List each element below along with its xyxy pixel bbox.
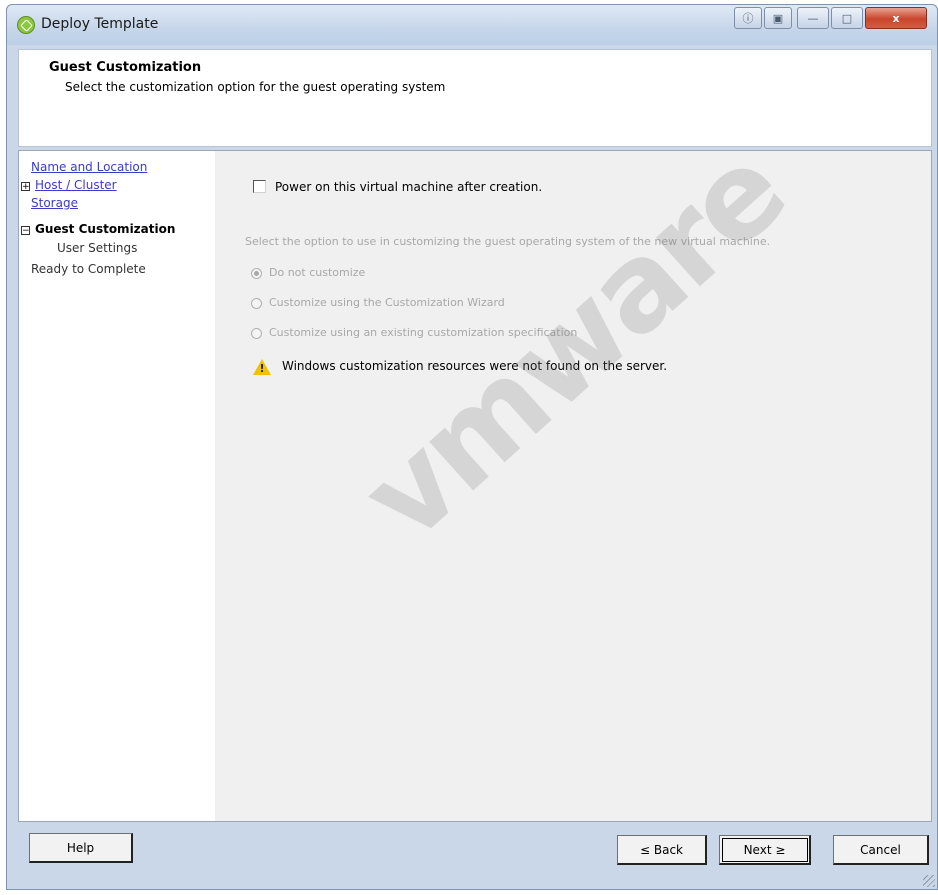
wizard-steps-nav: Name and Location + Host / Cluster Stora… xyxy=(19,151,215,821)
page-title: Guest Customization xyxy=(49,60,202,75)
minimize-button[interactable]: — xyxy=(797,7,829,29)
help-button[interactable]: Help xyxy=(29,833,133,863)
step-storage[interactable]: Storage xyxy=(31,196,78,210)
deploy-template-window: Deploy Template ⓘ ▣ — □ x Guest Customiz… xyxy=(6,4,938,890)
radio-customization-wizard[interactable] xyxy=(251,298,262,309)
wizard-footer: Help ≤ Back Next ≥ Cancel xyxy=(7,823,937,889)
option-do-not-customize-label[interactable]: Do not customize xyxy=(269,266,365,279)
power-on-label[interactable]: Power on this virtual machine after crea… xyxy=(275,180,542,194)
close-button[interactable]: x xyxy=(865,7,927,29)
radio-do-not-customize[interactable] xyxy=(251,268,262,279)
resize-grip[interactable] xyxy=(923,875,935,887)
maximize-button[interactable]: □ xyxy=(831,7,863,29)
next-button[interactable]: Next ≥ xyxy=(719,835,811,865)
step-host-cluster[interactable]: Host / Cluster xyxy=(35,178,117,192)
step-ready-to-complete: Ready to Complete xyxy=(31,262,146,276)
cancel-button[interactable]: Cancel xyxy=(833,835,929,865)
step-guest-customization[interactable]: Guest Customization xyxy=(35,222,175,236)
back-button[interactable]: ≤ Back xyxy=(617,835,707,865)
page-subtitle: Select the customization option for the … xyxy=(65,80,446,94)
title-bar[interactable]: Deploy Template ⓘ ▣ — □ x xyxy=(7,5,937,45)
info-button[interactable]: ⓘ xyxy=(734,7,762,29)
restore-view-button[interactable]: ▣ xyxy=(764,7,792,29)
power-on-checkbox[interactable] xyxy=(253,180,266,193)
expand-icon[interactable]: + xyxy=(21,182,30,192)
window-title: Deploy Template xyxy=(41,16,159,32)
vsphere-app-icon xyxy=(17,16,35,34)
option-customization-wizard-label[interactable]: Customize using the Customization Wizard xyxy=(269,296,505,309)
collapse-icon[interactable]: − xyxy=(21,226,30,236)
step-user-settings: User Settings xyxy=(57,241,138,255)
radio-existing-specification[interactable] xyxy=(251,328,262,339)
step-name-and-location[interactable]: Name and Location xyxy=(31,160,147,174)
wizard-header: Guest Customization Select the customiza… xyxy=(18,49,932,147)
